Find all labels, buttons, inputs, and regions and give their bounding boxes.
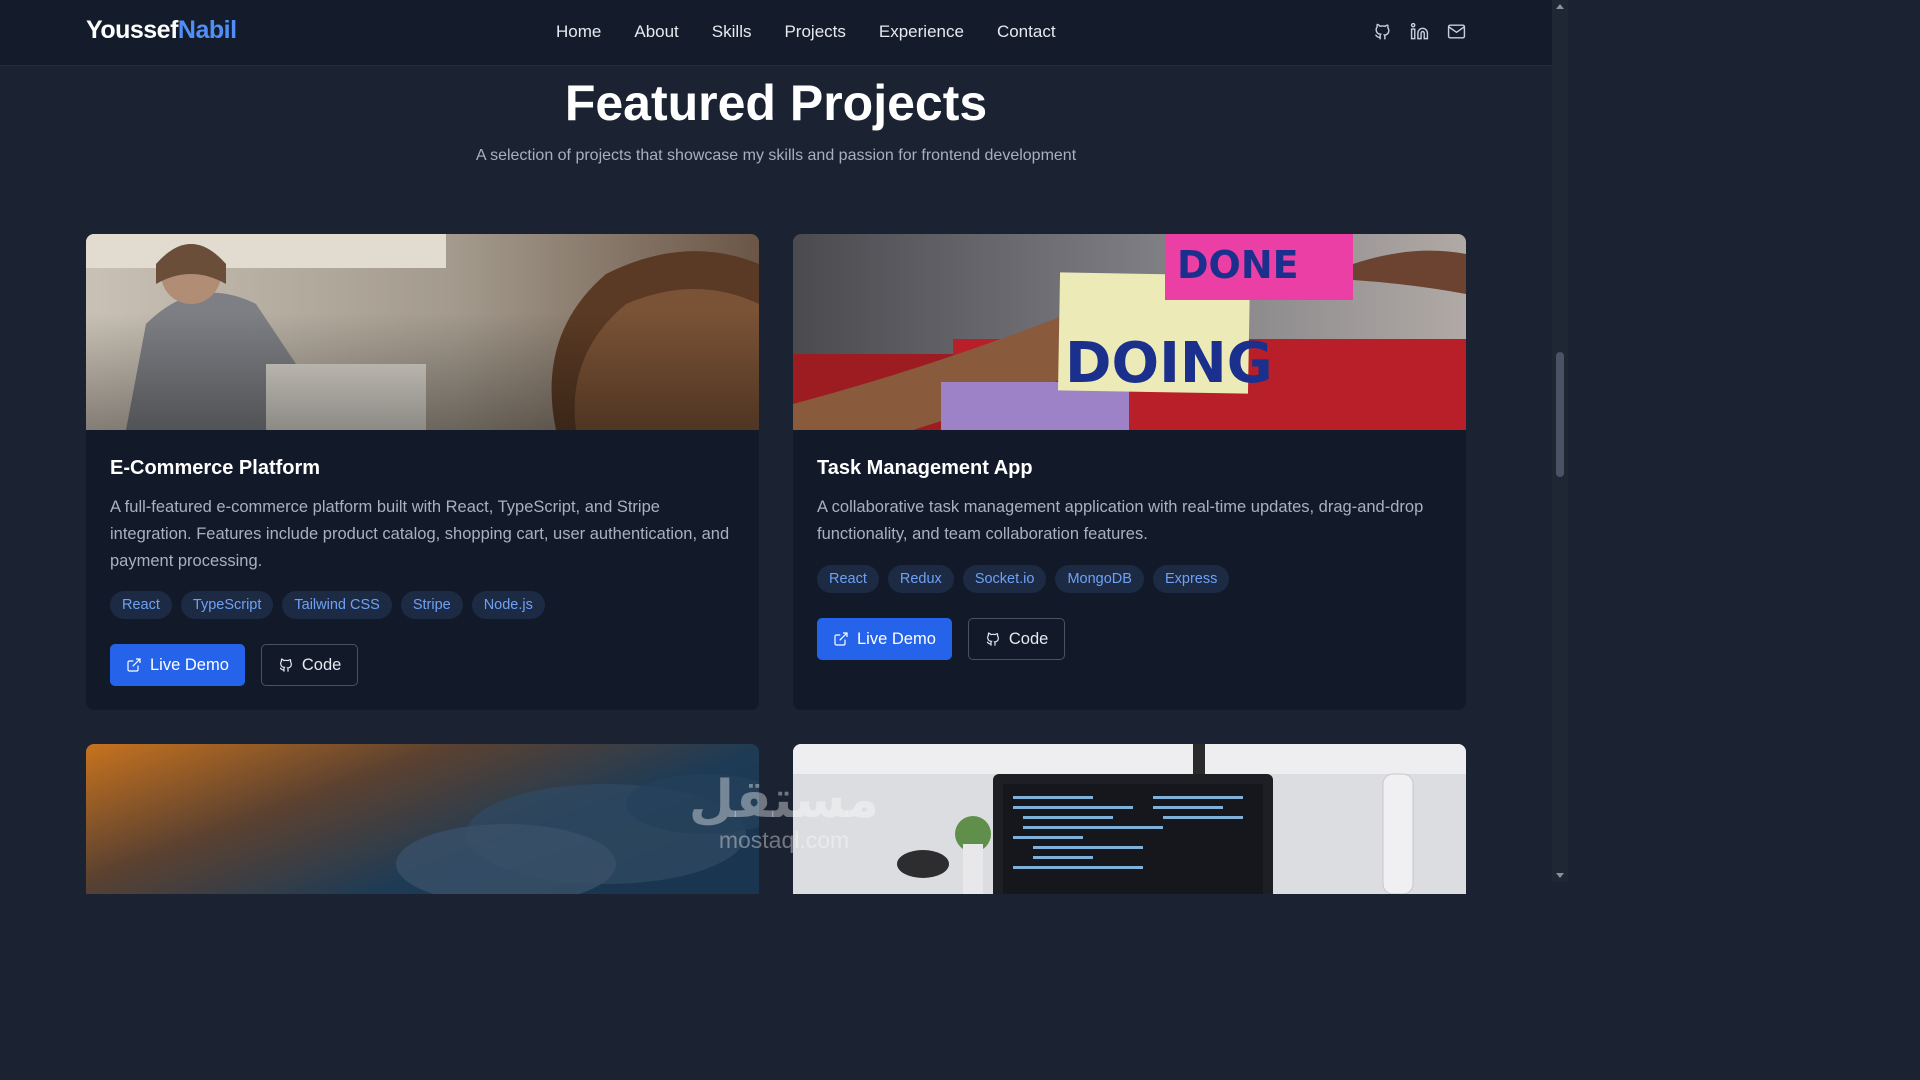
scroll-up-arrow[interactable] xyxy=(1556,4,1564,9)
github-icon xyxy=(986,632,999,646)
project-title: Task Management App xyxy=(817,457,1033,479)
project-image-ecommerce xyxy=(86,234,759,430)
nav-projects[interactable]: Projects xyxy=(784,22,845,42)
tag: React xyxy=(817,565,879,593)
done-note: DONE xyxy=(1165,234,1353,300)
top-navbar: YoussefNabil Home About Skills Projects … xyxy=(0,0,1552,66)
brand-logo[interactable]: YoussefNabil xyxy=(86,16,237,45)
live-demo-button[interactable]: Live Demo xyxy=(110,644,245,686)
external-link-icon xyxy=(834,632,848,646)
project-actions: Live Demo Code xyxy=(817,618,1066,660)
project-card-3 xyxy=(86,744,759,894)
watermark-latin: mostaql.com xyxy=(718,827,850,853)
nav-experience[interactable]: Experience xyxy=(879,22,964,42)
done-note-text: DONE xyxy=(1177,243,1299,287)
project-description: A collaborative task management applicat… xyxy=(817,498,1424,543)
project-card-4 xyxy=(793,744,1466,894)
code-button[interactable]: Code xyxy=(967,618,1066,660)
nav-links: Home About Skills Projects Experience Co… xyxy=(556,22,1056,42)
scrollbar-thumb[interactable] xyxy=(1556,352,1564,477)
watermark-arabic: مستقل xyxy=(688,770,880,830)
tag: Socket.io xyxy=(962,565,1047,593)
project-tags: React TypeScript Tailwind CSS Stripe Nod… xyxy=(110,591,545,619)
external-link-icon xyxy=(127,658,141,672)
nav-about[interactable]: About xyxy=(634,22,678,42)
project-card-ecommerce: E-Commerce Platform A full-featured e-co… xyxy=(86,234,759,710)
tag: Redux xyxy=(887,565,954,593)
project-image-3 xyxy=(86,744,759,894)
scrollbar[interactable] xyxy=(1552,0,1568,882)
linkedin-icon[interactable] xyxy=(1410,22,1429,41)
code-label: Code xyxy=(1008,629,1049,648)
github-icon xyxy=(279,658,292,672)
mail-icon[interactable] xyxy=(1447,22,1466,41)
brand-first: Youssef xyxy=(86,16,178,44)
nav-contact[interactable]: Contact xyxy=(997,22,1056,42)
tag: MongoDB xyxy=(1055,565,1144,593)
project-tags: React Redux Socket.io MongoDB Express xyxy=(817,565,1230,593)
scroll-down-arrow[interactable] xyxy=(1556,873,1564,878)
tag: Tailwind CSS xyxy=(282,591,392,619)
code-label: Code xyxy=(301,655,342,674)
tag: React xyxy=(110,591,172,619)
project-title: E-Commerce Platform xyxy=(110,457,321,479)
brand-last: Nabil xyxy=(177,16,237,44)
tag: Node.js xyxy=(471,591,545,619)
nav-skills[interactable]: Skills xyxy=(712,22,752,42)
project-image-4 xyxy=(793,744,1466,894)
tag: Stripe xyxy=(400,591,463,619)
github-icon[interactable] xyxy=(1373,22,1392,41)
section-title: Featured Projects xyxy=(564,75,988,131)
tag: TypeScript xyxy=(180,591,274,619)
section-subtitle: A selection of projects that showcase my… xyxy=(475,147,1077,164)
live-demo-label: Live Demo xyxy=(150,655,229,674)
doing-note-text: DOING xyxy=(1065,331,1273,396)
social-icons xyxy=(1373,22,1466,41)
project-description: A full-featured e-commerce platform buil… xyxy=(110,498,730,570)
live-demo-label: Live Demo xyxy=(857,629,936,648)
watermark: مستقل mostaql.com xyxy=(688,772,880,852)
nav-home[interactable]: Home xyxy=(556,22,601,42)
project-card-task-management: DOING DONE Task Management App A collabo… xyxy=(793,234,1466,710)
code-button[interactable]: Code xyxy=(260,644,359,686)
project-image-task-management: DOING DONE xyxy=(793,234,1466,430)
project-actions: Live Demo Code xyxy=(110,644,359,686)
live-demo-button[interactable]: Live Demo xyxy=(817,618,952,660)
tag: Express xyxy=(1152,565,1230,593)
